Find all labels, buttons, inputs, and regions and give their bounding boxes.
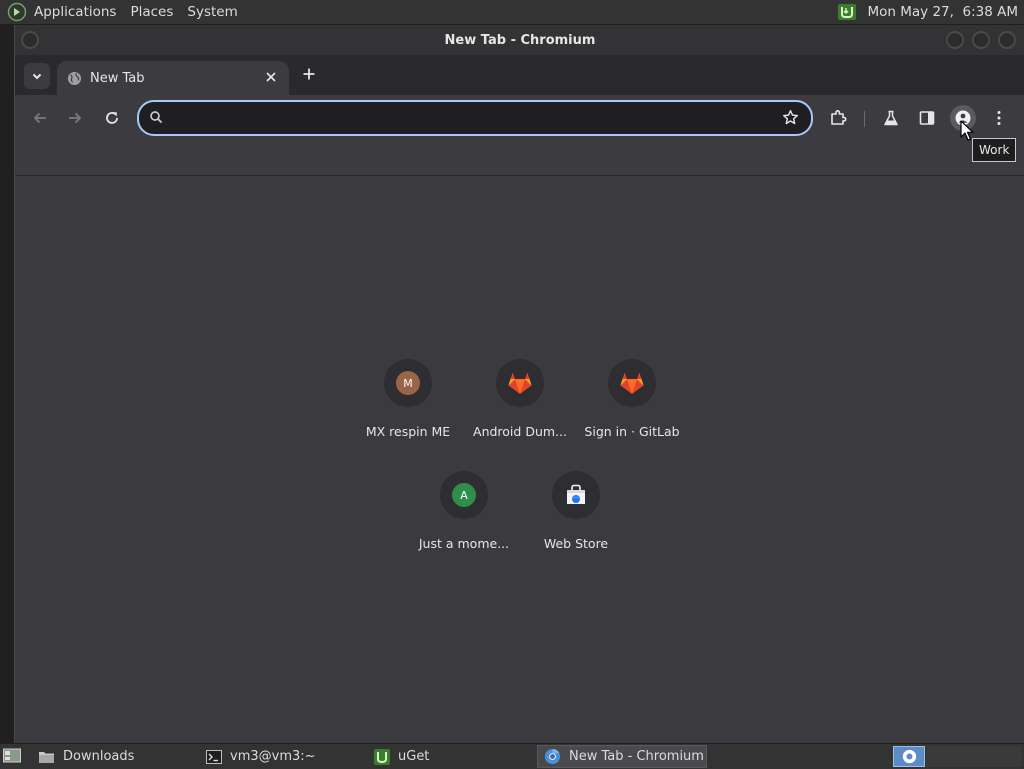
shortcut-tile[interactable]: Web Store — [520, 464, 632, 574]
taskbar-item-chromium[interactable]: New Tab - Chromium — [537, 745, 707, 768]
uget-icon — [374, 749, 390, 765]
chromium-icon — [902, 749, 917, 764]
plus-icon — [303, 68, 315, 80]
panel-menus: Applications Places System — [28, 0, 244, 24]
labs-button[interactable] — [877, 104, 905, 132]
window-menu-button[interactable] — [21, 31, 39, 49]
shortcut-icon-bg — [608, 359, 656, 407]
bookmarks-bar — [15, 141, 1024, 176]
forward-button[interactable] — [61, 104, 89, 132]
workspace-switcher[interactable] — [893, 746, 925, 767]
taskbar-item-label: New Tab - Chromium — [569, 749, 704, 764]
panel-tray: Mon May 27, 6:38 AM — [838, 0, 1024, 24]
window-title: New Tab - Chromium — [445, 33, 596, 48]
chromium-icon — [544, 748, 561, 765]
uget-tray-icon[interactable] — [838, 4, 856, 20]
workspace-empty[interactable] — [926, 746, 1022, 767]
mx-menu-icon[interactable] — [6, 1, 28, 23]
shortcut-tile[interactable]: A Just a mome... — [408, 464, 520, 574]
reload-button[interactable] — [98, 104, 126, 132]
shortcut-title: Sign in · GitLab — [576, 424, 688, 439]
shortcut-title: Just a mome... — [408, 536, 520, 551]
globe-icon — [67, 71, 82, 86]
new-tab-page: M MX respin ME Android Dum... Sign in · … — [15, 176, 1024, 743]
star-icon — [782, 109, 799, 126]
new-tab-button[interactable] — [299, 64, 319, 84]
gitlab-icon — [619, 371, 645, 395]
toolbar-separator — [864, 111, 865, 127]
window-titlebar[interactable]: New Tab - Chromium — [15, 25, 1024, 55]
shortcut-title: Android Dum... — [464, 424, 576, 439]
shortcut-icon-bg — [552, 471, 600, 519]
menu-system[interactable]: System — [187, 4, 237, 20]
back-button[interactable] — [26, 104, 54, 132]
chevron-down-icon — [31, 70, 43, 82]
tab-strip: New Tab — [15, 55, 1024, 95]
search-icon — [149, 110, 163, 124]
omnibox[interactable] — [137, 100, 813, 136]
maximize-button[interactable] — [972, 31, 990, 49]
show-desktop-button[interactable] — [2, 747, 22, 765]
extensions-icon — [829, 109, 847, 127]
close-icon — [266, 72, 276, 82]
folder-icon — [38, 750, 55, 764]
web-store-icon — [564, 484, 588, 506]
browser-menu-button[interactable] — [985, 104, 1013, 132]
omnibox-input[interactable] — [175, 102, 769, 136]
tab-search-button[interactable] — [24, 63, 50, 89]
extensions-button[interactable] — [824, 104, 852, 132]
shortcut-icon-bg: M — [384, 359, 432, 407]
clock[interactable]: Mon May 27, 6:38 AM — [868, 4, 1019, 20]
taskbar-item-label: uGet — [398, 749, 429, 764]
tab-label: New Tab — [90, 71, 145, 86]
taskbar: Downloads vm3@vm3:~ uGet New Tab - Chrom… — [0, 743, 1024, 769]
tab-new-tab[interactable]: New Tab — [57, 61, 289, 95]
desktop-icon — [3, 748, 21, 764]
browser-window: New Tab - Chromium New Tab — [14, 25, 1024, 743]
reload-icon — [104, 110, 120, 126]
browser-toolbar — [15, 95, 1024, 141]
letter-avatar-icon: M — [396, 371, 420, 395]
labs-flask-icon — [883, 110, 899, 126]
shortcut-tile[interactable]: Android Dum... — [464, 352, 576, 462]
tab-close-button[interactable] — [263, 69, 279, 85]
taskbar-item-terminal[interactable]: vm3@vm3:~ — [200, 745, 366, 768]
menu-kebab-icon — [997, 110, 1001, 126]
gitlab-icon — [507, 371, 533, 395]
shortcut-icon-bg: A — [440, 471, 488, 519]
minimize-button[interactable] — [946, 31, 964, 49]
side-panel-icon — [919, 110, 935, 126]
profile-tooltip: Work — [972, 138, 1016, 162]
shortcut-tile[interactable]: Sign in · GitLab — [576, 352, 688, 462]
taskbar-item-downloads[interactable]: Downloads — [32, 745, 198, 768]
taskbar-item-uget[interactable]: uGet — [368, 745, 534, 768]
mouse-cursor-icon — [960, 120, 974, 142]
desktop-edge — [0, 25, 14, 743]
shortcut-title: MX respin ME — [352, 424, 464, 439]
back-icon — [32, 110, 48, 126]
side-panel-button[interactable] — [913, 104, 941, 132]
top-panel: Applications Places System Mon May 27, 6… — [0, 0, 1024, 25]
menu-applications[interactable]: Applications — [34, 4, 116, 20]
forward-icon — [67, 110, 83, 126]
taskbar-item-label: vm3@vm3:~ — [230, 749, 316, 764]
letter-avatar-icon: A — [452, 483, 476, 507]
close-window-button[interactable] — [998, 31, 1016, 49]
shortcut-icon-bg — [496, 359, 544, 407]
bookmark-star-button[interactable] — [782, 109, 799, 126]
terminal-icon — [206, 750, 222, 764]
taskbar-item-label: Downloads — [63, 749, 134, 764]
shortcut-tile[interactable]: M MX respin ME — [352, 352, 464, 462]
menu-places[interactable]: Places — [130, 4, 173, 20]
shortcut-title: Web Store — [520, 536, 632, 551]
